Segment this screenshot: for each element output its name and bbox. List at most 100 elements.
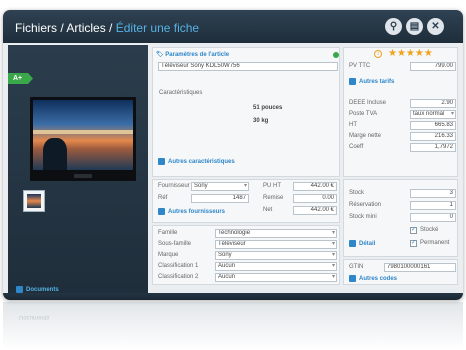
document-icon	[349, 78, 356, 85]
article-params-title: 🏷 Paramètres de l'article	[156, 51, 229, 58]
pricing-panel: i ★★★★★ PV TTC 799.00 Autres tarifs DEEE…	[343, 47, 458, 177]
classification2-label: Classification 2	[158, 274, 199, 280]
article-params-panel: 🏷 Paramètres de l'article Téléviseur Son…	[152, 47, 340, 177]
title-bar: Fichiers / Articles / Éditer une fiche ⚲…	[3, 10, 463, 43]
more-tarifs-label: Autres tarifs	[359, 79, 395, 86]
more-suppliers-label: Autres fournisseurs	[168, 209, 226, 216]
tv-screen	[33, 100, 133, 170]
tva-select[interactable]: taux normal	[410, 110, 456, 119]
more-characteristics-label: Autres caractéristiques	[168, 159, 235, 166]
supplier-label: Fournisseur	[158, 183, 190, 189]
size-value: 51 pouces	[253, 105, 283, 111]
search-button[interactable]: ⚲	[385, 18, 402, 35]
breadcrumb-separator: /	[57, 21, 67, 35]
stock-min-label: Stock mini	[349, 214, 377, 220]
classification-panel: Famille Technologie Sous-famille Télévis…	[152, 225, 340, 285]
weight-value: 30 kg	[253, 118, 269, 124]
document-icon	[349, 240, 356, 247]
ref-input[interactable]: 1487	[191, 194, 249, 203]
deee-label: DEEE Incluse	[349, 100, 387, 106]
stocke-label: Stocké	[420, 227, 439, 233]
save-button[interactable]: ▤	[406, 18, 423, 35]
breadcrumb-separator: /	[105, 21, 116, 35]
rock-silhouette	[43, 138, 67, 170]
breadcrumb: Fichiers / Articles / Éditer une fiche	[15, 21, 199, 35]
ht-label: HT	[349, 122, 357, 128]
classification2-select[interactable]: Aucun	[215, 273, 337, 282]
remise-label: Remise	[263, 195, 284, 201]
supplier-panel: Fournisseur Sony PU HT 442.00 € Réf 1487…	[152, 179, 340, 223]
left-panel: A+ Documents	[8, 45, 148, 293]
coeff-label: Coeff	[349, 144, 364, 150]
close-icon: ✕	[431, 21, 440, 32]
breadcrumb-fichiers[interactable]: Fichiers	[15, 21, 57, 35]
energy-label-badge: A+	[8, 73, 33, 84]
ht-value: 665.83	[410, 121, 456, 130]
search-icon: ⚲	[389, 21, 398, 32]
tva-label: Poste TVA	[349, 111, 378, 117]
pu-ht-input[interactable]: 442.00 €	[293, 182, 337, 191]
more-codes-label: Autres codes	[359, 276, 398, 283]
pu-ht-label: PU HT	[263, 183, 281, 189]
article-edit-window: Fichiers / Articles / Éditer une fiche ⚲…	[3, 10, 463, 300]
document-icon	[349, 275, 356, 282]
detail-link[interactable]: Détail	[349, 240, 375, 247]
ref-label: Réf	[158, 195, 168, 201]
classification1-select[interactable]: Aucun	[215, 262, 337, 271]
gtin-label: GTIN	[349, 264, 364, 270]
stock-min-input[interactable]: 0	[410, 213, 456, 222]
breadcrumb-articles[interactable]: Articles	[66, 21, 105, 35]
classification1-label: Classification 1	[158, 263, 199, 269]
status-dot	[333, 52, 339, 58]
tag-icon: 🏷	[156, 52, 164, 58]
sousfamille-select[interactable]: Téléviseur	[215, 240, 337, 249]
window-reflection: Documents	[3, 302, 463, 350]
detail-link-label: Détail	[359, 241, 376, 248]
reservation-label: Réservation	[349, 202, 382, 208]
more-suppliers-link[interactable]: Autres fournisseurs	[158, 208, 225, 215]
breadcrumb-current: Éditer une fiche	[115, 21, 200, 35]
gtin-input[interactable]: 7980100000161	[384, 263, 456, 272]
rating-stars[interactable]: ★★★★★	[388, 48, 433, 59]
product-image[interactable]	[30, 97, 136, 181]
more-characteristics-link[interactable]: Autres caractéristiques	[158, 158, 235, 165]
coeff-value: 1,7972	[410, 143, 456, 152]
stocke-checkbox[interactable]: ✓	[410, 227, 417, 234]
article-name-input[interactable]: Téléviseur Sony KDL50W756	[158, 62, 338, 71]
permanent-label: Permanent	[420, 240, 450, 246]
permanent-checkbox[interactable]: ✓	[410, 240, 417, 247]
marque-select[interactable]: Sony	[215, 251, 337, 260]
famille-select[interactable]: Technologie	[215, 229, 337, 238]
close-button[interactable]: ✕	[427, 18, 444, 35]
document-icon	[158, 208, 165, 215]
document-icon	[158, 158, 165, 165]
save-icon: ▤	[409, 21, 420, 32]
supplier-select[interactable]: Sony	[191, 182, 249, 191]
net-input[interactable]: 442.00 €	[293, 206, 337, 215]
reservation-value: 1	[410, 201, 456, 210]
more-tarifs-link[interactable]: Autres tarifs	[349, 78, 394, 85]
info-icon[interactable]: i	[374, 50, 382, 58]
marge-label: Marge nette	[349, 133, 382, 139]
pv-ttc-input[interactable]: 799.00	[410, 62, 456, 71]
stock-value: 3	[410, 189, 456, 198]
deee-input[interactable]: 2.90	[410, 99, 456, 108]
reflected-documents-link: Documents	[19, 314, 50, 320]
codes-panel: GTIN 7980100000161 Autres codes	[343, 259, 458, 285]
bottom-bar	[3, 293, 463, 300]
pv-ttc-label: PV TTC	[349, 63, 371, 69]
net-label: Net	[263, 207, 273, 213]
remise-input[interactable]: 0.00	[293, 194, 337, 203]
tv-stand	[74, 174, 92, 178]
city-lights	[33, 130, 133, 134]
famille-label: Famille	[158, 230, 178, 236]
stock-panel: Stock 3 Réservation 1 Stock mini 0 ✓ Sto…	[343, 179, 458, 257]
characteristics-label: Caractéristiques	[159, 90, 203, 96]
article-params-title-text: Paramètres de l'article	[165, 52, 230, 58]
marge-value: 216.33	[410, 132, 456, 141]
more-codes-link[interactable]: Autres codes	[349, 275, 397, 282]
document-icon	[16, 286, 23, 293]
thumbnail[interactable]	[23, 190, 45, 212]
marque-label: Marque	[158, 252, 179, 258]
thumbnail-image	[27, 194, 41, 208]
